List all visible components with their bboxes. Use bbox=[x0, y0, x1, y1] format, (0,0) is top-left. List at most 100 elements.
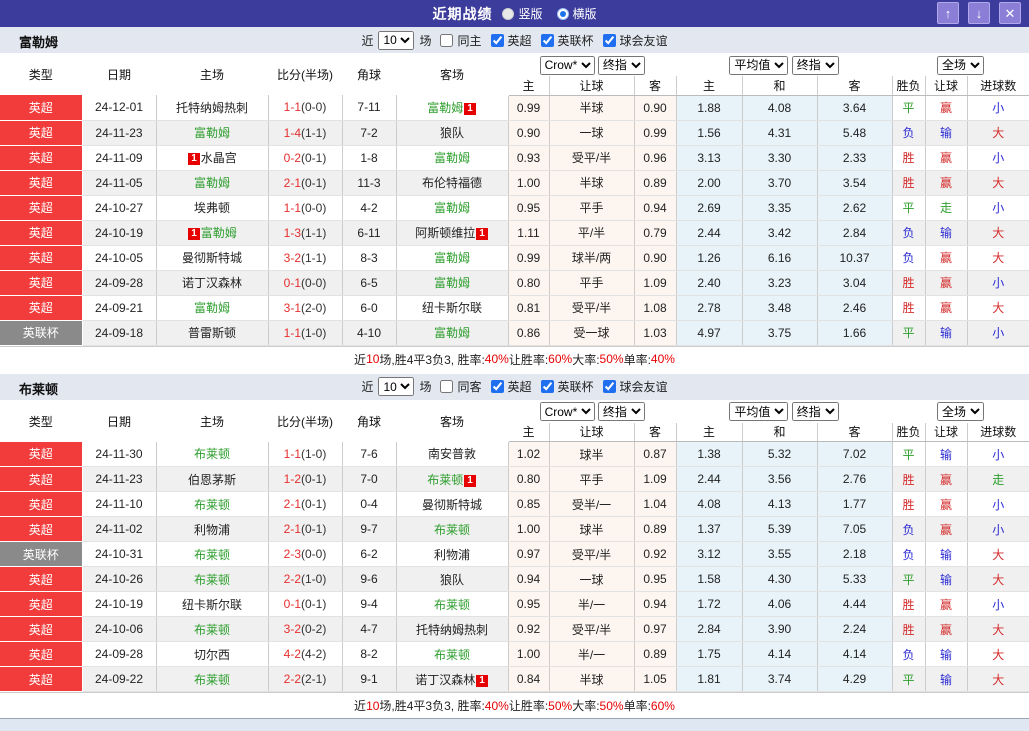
subheader-wdl: 胜负 bbox=[892, 422, 926, 442]
league-friendly-checkbox[interactable] bbox=[602, 380, 616, 393]
avg-home-cell: 2.00 bbox=[676, 170, 743, 196]
corner-cell: 9-4 bbox=[342, 591, 397, 617]
match-count-select[interactable]: 10 bbox=[378, 377, 415, 396]
odds-away-cell: 1.08 bbox=[634, 295, 677, 321]
summary-text: 近 bbox=[354, 352, 367, 367]
avg-draw-cell: 6.16 bbox=[742, 245, 818, 271]
away-team-cell: 富勒姆 bbox=[396, 195, 509, 221]
half-time-score: (0-1) bbox=[301, 597, 327, 611]
match-row: 英超 24-10-05 曼彻斯特城 3-2(1-1) 8-3 富勒姆 0.99 球半/两 0.9… bbox=[0, 245, 1029, 271]
avg-home-cell: 2.84 bbox=[676, 616, 743, 642]
full-match-select[interactable]: 全场 bbox=[937, 402, 985, 421]
half-time-score: (0-1) bbox=[301, 175, 327, 190]
half-time-score: (0-1) bbox=[301, 522, 327, 536]
odds-away-cell: 0.89 bbox=[634, 170, 677, 196]
league-epl-checkbox[interactable] bbox=[490, 380, 504, 393]
avg-away-cell: 7.02 bbox=[817, 441, 893, 467]
subheader-avg-home: 主 bbox=[676, 76, 743, 96]
same-side-checkbox[interactable] bbox=[440, 33, 454, 47]
subheader-result-handicap: 让球 bbox=[925, 422, 968, 442]
radio-vertical-icon[interactable] bbox=[502, 7, 515, 20]
corner-cell: 9-6 bbox=[342, 566, 397, 592]
league-friendly-checkbox[interactable] bbox=[602, 33, 616, 47]
half-time-score: (2-0) bbox=[301, 300, 327, 315]
scroll-up-button[interactable]: ↑ bbox=[937, 2, 959, 24]
wdl-result-cell: 负 bbox=[892, 641, 926, 667]
avg-stage-select[interactable]: 终指 bbox=[791, 55, 839, 75]
near-label: 近 bbox=[361, 33, 374, 48]
match-row: 英超 24-09-22 布莱顿 2-2(2-1) 9-1 诺丁汉森林 1 0.84 半球 1.05… bbox=[0, 666, 1029, 692]
away-team-cell: 托特纳姆热刺 bbox=[396, 616, 509, 642]
wdl-result-cell: 负 bbox=[892, 220, 926, 246]
handicap-cell: 球半 bbox=[549, 516, 635, 542]
league-epl-checkbox[interactable] bbox=[490, 33, 504, 47]
average-select[interactable]: 平均值 bbox=[729, 55, 789, 75]
same-side-label: 同主 bbox=[457, 33, 482, 48]
full-time-score: 3-1 bbox=[283, 300, 301, 315]
match-row: 英超 24-11-10 布莱顿 2-1(0-1) 0-4 曼彻斯特城 0.85 受半/一 1.0… bbox=[0, 491, 1029, 517]
avg-home-cell: 2.44 bbox=[676, 220, 743, 246]
away-team-cell: 布莱顿 1 bbox=[396, 466, 509, 492]
handicap-cell: 半球 bbox=[549, 666, 635, 692]
corner-cell: 8-3 bbox=[342, 245, 397, 271]
home-team-cell: 布莱顿 bbox=[156, 541, 269, 567]
match-count-select[interactable]: 10 bbox=[378, 30, 415, 50]
match-date-cell: 24-10-26 bbox=[82, 566, 157, 592]
avg-home-cell: 1.81 bbox=[676, 666, 743, 692]
bookmaker-select[interactable]: Crow* bbox=[539, 55, 595, 75]
odds-selects-cell: Crow* 终指 bbox=[508, 400, 676, 423]
subheader-odds-home: 主 bbox=[508, 76, 550, 96]
summary-text: 50% bbox=[599, 698, 624, 713]
summary-text: 40% bbox=[484, 352, 509, 366]
goals-result-cell: 大 bbox=[967, 541, 1029, 567]
summary-text: 10 bbox=[366, 352, 380, 366]
goals-result-cell: 大 bbox=[967, 170, 1029, 196]
league-cup-checkbox[interactable] bbox=[540, 33, 554, 47]
summary-text: 60% bbox=[548, 352, 573, 366]
team-link: 富勒姆 bbox=[433, 151, 470, 165]
full-time-score: 3-2 bbox=[283, 250, 301, 265]
scroll-down-button[interactable]: ↓ bbox=[968, 2, 990, 24]
match-type-cell: 英超 bbox=[0, 616, 83, 642]
avg-draw-cell: 3.74 bbox=[742, 666, 818, 692]
same-side-checkbox[interactable] bbox=[440, 380, 454, 393]
odds-stage-select[interactable]: 终指 bbox=[597, 402, 645, 421]
wdl-result-cell: 平 bbox=[892, 195, 926, 221]
league-cup-checkbox[interactable] bbox=[540, 380, 554, 393]
handicap-result-cell: 赢 bbox=[925, 616, 968, 642]
average-select[interactable]: 平均值 bbox=[729, 402, 789, 421]
league-epl-label: 英超 bbox=[507, 33, 532, 48]
bookmaker-select[interactable]: Crow* bbox=[539, 402, 595, 421]
close-button[interactable]: ✕ bbox=[999, 2, 1021, 24]
summary-text: 大率: bbox=[572, 352, 600, 367]
match-date-cell: 24-11-23 bbox=[82, 120, 157, 146]
avg-away-cell: 2.33 bbox=[817, 145, 893, 171]
radio-horizontal-icon[interactable] bbox=[556, 7, 569, 20]
score-cell: 1-4(1-1) bbox=[268, 120, 343, 146]
red-card-badge: 1 bbox=[476, 674, 488, 687]
radio-horizontal-layout[interactable]: 横版 bbox=[556, 5, 597, 22]
radio-vertical-label: 竖版 bbox=[518, 7, 543, 21]
red-card-badge: 1 bbox=[188, 153, 200, 165]
full-match-select[interactable]: 全场 bbox=[937, 55, 985, 75]
avg-home-cell: 1.38 bbox=[676, 441, 743, 467]
odds-home-cell: 1.02 bbox=[508, 441, 550, 467]
away-team-cell: 利物浦 bbox=[396, 541, 509, 567]
team-link: 水晶宫 bbox=[200, 151, 237, 165]
summary-text: 大率: bbox=[572, 699, 600, 713]
avg-stage-select[interactable]: 终指 bbox=[791, 402, 839, 421]
score-cell: 4-2(4-2) bbox=[268, 641, 343, 667]
matches-table-fulham: 类型 日期 主场 比分(半场) 角球 客场 Crow* 终指 平均值 终指 全场… bbox=[0, 54, 1029, 346]
match-type-cell: 英超 bbox=[0, 145, 83, 171]
scope-select-cell: 全场 bbox=[892, 400, 1029, 423]
odds-home-cell: 0.80 bbox=[508, 466, 550, 492]
avg-away-cell: 2.18 bbox=[817, 541, 893, 567]
away-team-cell: 富勒姆 bbox=[396, 245, 509, 271]
radio-vertical-layout[interactable]: 竖版 bbox=[502, 5, 543, 22]
summary-text: 让胜率: bbox=[508, 699, 549, 713]
avg-selects-cell: 平均值 终指 bbox=[676, 54, 893, 76]
match-date-cell: 24-11-05 bbox=[82, 170, 157, 196]
score-cell: 1-1(0-0) bbox=[268, 95, 343, 121]
odds-stage-select[interactable]: 终指 bbox=[597, 55, 645, 75]
corner-cell: 7-0 bbox=[342, 466, 397, 492]
